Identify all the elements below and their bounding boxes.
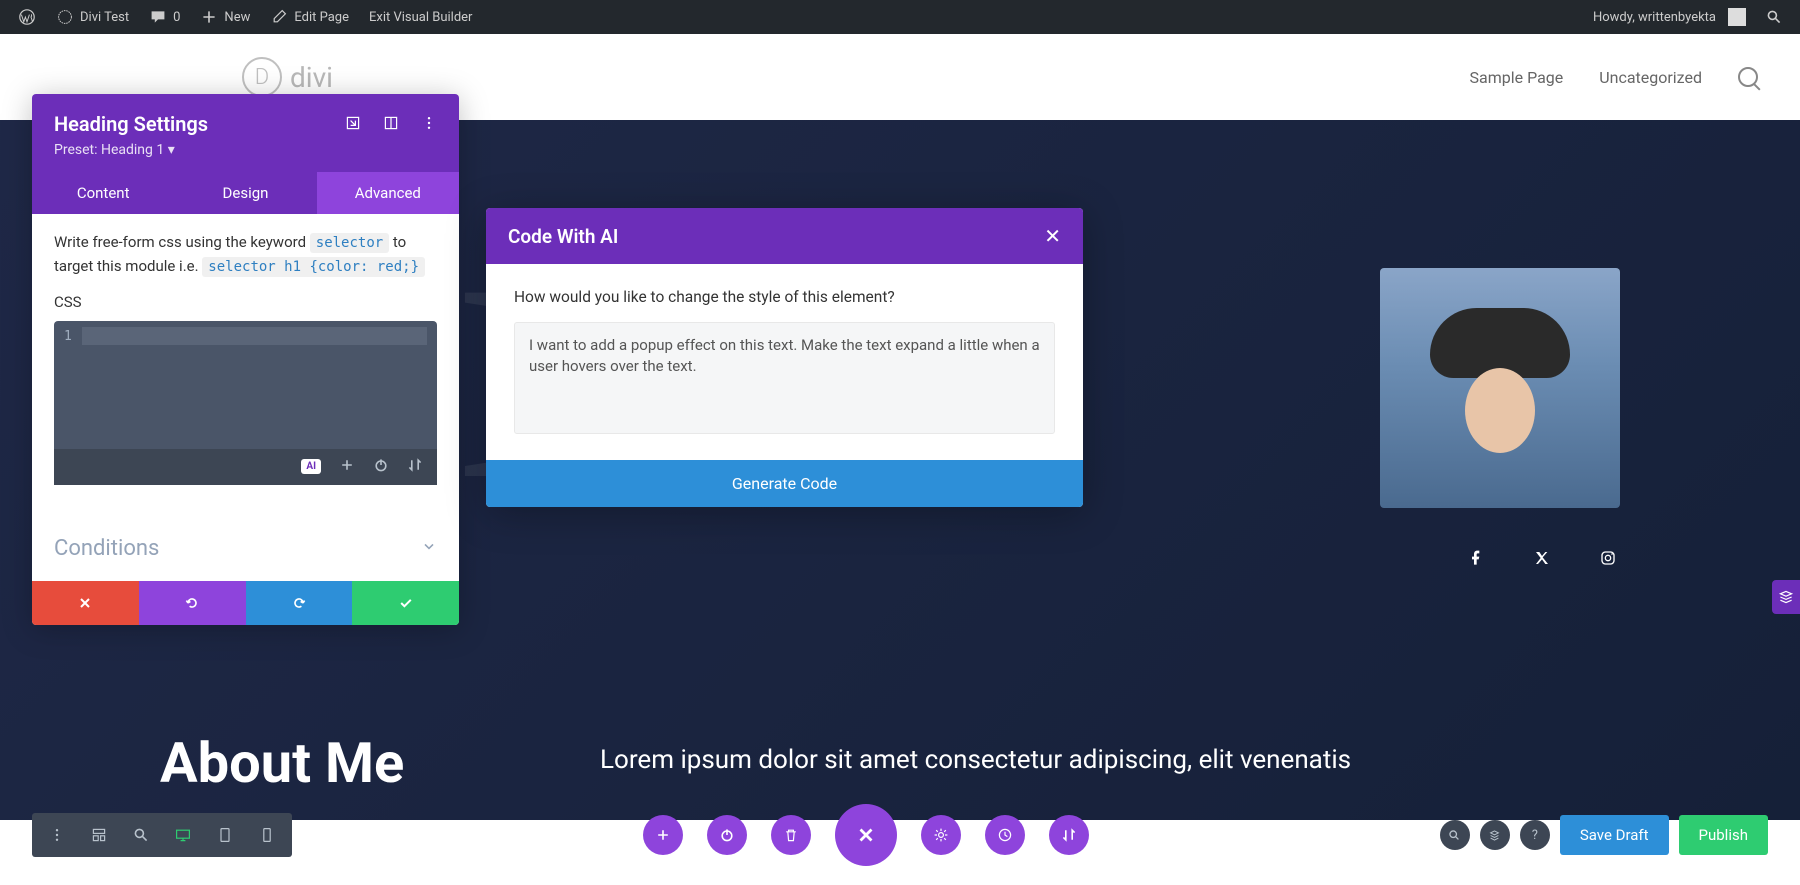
logo-icon: D bbox=[242, 57, 282, 97]
builder-bottom-bar: ? Save Draft Publish bbox=[32, 813, 1768, 857]
nav-uncategorized[interactable]: Uncategorized bbox=[1599, 68, 1702, 87]
ai-modal: Code With AI ✕ How would you like to cha… bbox=[486, 208, 1083, 507]
greeting-label: Howdy, writtenbyekta bbox=[1593, 10, 1716, 25]
facebook-icon[interactable] bbox=[1468, 550, 1488, 570]
about-text: Lorem ipsum dolor sit amet consectetur a… bbox=[600, 744, 1351, 778]
css-editor[interactable]: 1 AI bbox=[54, 321, 437, 485]
layers-small-icon[interactable] bbox=[1480, 820, 1510, 850]
preset-dropdown[interactable]: Preset: Heading 1 ▾ bbox=[54, 142, 437, 158]
chevron-down-icon bbox=[421, 538, 437, 558]
tab-design[interactable]: Design bbox=[174, 172, 316, 214]
edit-page-label: Edit Page bbox=[294, 10, 349, 25]
css-label: CSS bbox=[54, 293, 437, 311]
undo-button[interactable] bbox=[139, 581, 246, 625]
side-layers-tab[interactable] bbox=[1772, 580, 1800, 614]
panel-title: Heading Settings bbox=[54, 112, 208, 136]
about-heading: About Me bbox=[160, 730, 404, 796]
gear-icon[interactable] bbox=[921, 815, 961, 855]
desktop-icon[interactable] bbox=[162, 813, 204, 857]
tablet-icon[interactable] bbox=[204, 813, 246, 857]
phone-icon[interactable] bbox=[246, 813, 288, 857]
wireframe-icon[interactable] bbox=[78, 813, 120, 857]
tab-content[interactable]: Content bbox=[32, 172, 174, 214]
user-greeting[interactable]: Howdy, writtenbyekta bbox=[1583, 0, 1756, 34]
exit-builder-link[interactable]: Exit Visual Builder bbox=[359, 0, 482, 34]
comments-link[interactable]: 0 bbox=[139, 0, 190, 34]
site-name-label: Divi Test bbox=[80, 10, 129, 25]
trash-icon[interactable] bbox=[771, 815, 811, 855]
admin-search[interactable] bbox=[1756, 0, 1792, 34]
help-icon[interactable]: ? bbox=[1520, 820, 1550, 850]
cancel-button[interactable] bbox=[32, 581, 139, 625]
zoom-icon[interactable] bbox=[120, 813, 162, 857]
generate-code-button[interactable]: Generate Code bbox=[486, 460, 1083, 507]
more-icon[interactable] bbox=[421, 112, 437, 136]
nav-sample-page[interactable]: Sample Page bbox=[1470, 68, 1564, 87]
power-icon[interactable] bbox=[373, 457, 389, 477]
plus-icon[interactable] bbox=[339, 457, 355, 477]
history-icon[interactable] bbox=[985, 815, 1025, 855]
expand-icon[interactable] bbox=[345, 112, 361, 136]
new-link[interactable]: New bbox=[190, 0, 260, 34]
conditions-toggle[interactable]: Conditions bbox=[32, 515, 459, 581]
wp-admin-bar: Divi Test 0 New Edit Page Exit Visual Bu… bbox=[0, 0, 1800, 34]
css-help-text: Write free-form css using the keyword se… bbox=[54, 230, 437, 279]
ai-button[interactable]: AI bbox=[301, 459, 321, 474]
instagram-icon[interactable] bbox=[1600, 550, 1620, 570]
conditions-label: Conditions bbox=[54, 536, 159, 561]
ai-prompt-input[interactable] bbox=[514, 322, 1055, 434]
avatar bbox=[1728, 8, 1746, 26]
menu-icon[interactable] bbox=[36, 813, 78, 857]
search-icon[interactable] bbox=[1738, 67, 1758, 87]
settings-panel: Heading Settings Preset: Heading 1 ▾ Con… bbox=[32, 94, 459, 625]
comments-count: 0 bbox=[173, 10, 180, 25]
add-icon[interactable] bbox=[643, 815, 683, 855]
redo-button[interactable] bbox=[246, 581, 353, 625]
close-builder-icon[interactable] bbox=[835, 804, 897, 866]
save-button[interactable] bbox=[352, 581, 459, 625]
line-number: 1 bbox=[64, 329, 72, 344]
hero-portrait bbox=[1380, 268, 1620, 508]
search-small-icon[interactable] bbox=[1440, 820, 1470, 850]
sort-icon[interactable] bbox=[1049, 815, 1089, 855]
ai-modal-title: Code With AI bbox=[508, 225, 618, 248]
save-draft-button[interactable]: Save Draft bbox=[1560, 815, 1669, 855]
publish-button[interactable]: Publish bbox=[1679, 815, 1768, 855]
x-icon[interactable] bbox=[1534, 550, 1554, 570]
edit-page-link[interactable]: Edit Page bbox=[260, 0, 359, 34]
sort-icon[interactable] bbox=[407, 457, 423, 477]
snap-icon[interactable] bbox=[383, 112, 399, 136]
power-icon[interactable] bbox=[707, 815, 747, 855]
close-icon[interactable]: ✕ bbox=[1044, 224, 1061, 248]
wp-logo[interactable] bbox=[8, 0, 46, 34]
logo-text: divi bbox=[290, 61, 333, 94]
ai-prompt-label: How would you like to change the style o… bbox=[514, 288, 1055, 306]
site-logo[interactable]: D divi bbox=[242, 57, 333, 97]
new-label: New bbox=[224, 10, 250, 25]
site-name-link[interactable]: Divi Test bbox=[46, 0, 139, 34]
exit-builder-label: Exit Visual Builder bbox=[369, 10, 472, 25]
tab-advanced[interactable]: Advanced bbox=[317, 172, 459, 214]
